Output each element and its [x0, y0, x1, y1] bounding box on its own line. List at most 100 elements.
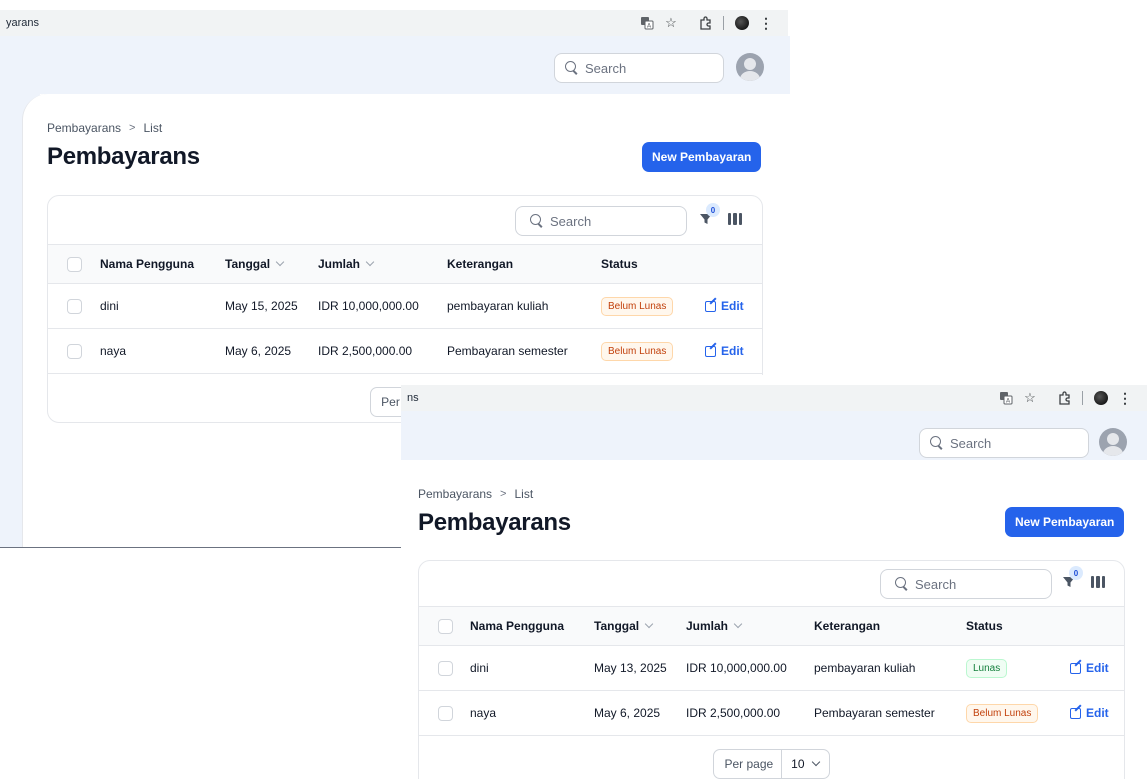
breadcrumb-list: List [514, 487, 534, 501]
cell-jumlah: IDR 2,500,000.00 [686, 706, 781, 720]
toolbar-divider [723, 16, 724, 30]
table-search-input[interactable]: Search [880, 569, 1052, 599]
per-page-value[interactable]: 10 [782, 757, 828, 771]
column-header-nama: Nama Pengguna [100, 257, 195, 271]
row-checkbox[interactable] [67, 298, 82, 314]
edit-icon [705, 345, 716, 357]
search-placeholder: Search [585, 60, 627, 76]
cell-tanggal: May 6, 2025 [594, 706, 661, 720]
table-header-row: Nama Pengguna Tanggal Jumlah Keterangan … [419, 607, 1124, 646]
breadcrumb-separator-icon: > [129, 122, 136, 134]
select-all-checkbox[interactable] [67, 256, 82, 272]
chevron-down-icon [733, 619, 743, 629]
edit-label: Edit [1086, 706, 1109, 720]
per-page-number: 10 [791, 757, 805, 771]
row-checkbox[interactable] [438, 705, 453, 721]
translate-icon[interactable]: A [994, 388, 1018, 408]
filter-icon[interactable]: 0 [699, 203, 720, 226]
column-header-keterangan: Keterangan [814, 619, 881, 633]
per-page-label: Per page [714, 750, 783, 778]
edit-icon [1070, 662, 1081, 674]
row-checkbox[interactable] [438, 660, 453, 676]
column-header-tanggal-label: Tanggal [225, 257, 271, 271]
status-badge: Belum Lunas [966, 703, 1039, 723]
filter-count-badge: 0 [1069, 566, 1083, 580]
new-pembayaran-button[interactable]: New Pembayaran [1005, 507, 1125, 537]
star-icon[interactable]: ☆ [1018, 388, 1042, 408]
tab-title[interactable]: ns [401, 392, 994, 404]
browser-toolbar: yarans A ☆ ⋮ [0, 10, 788, 36]
cell-nama: dini [100, 299, 119, 313]
page-title: Pembayarans [418, 509, 571, 536]
column-header-status: Status [601, 257, 638, 271]
more-icon[interactable]: ⋮ [754, 13, 778, 33]
cell-tanggal: May 15, 2025 [225, 299, 298, 313]
chevron-down-icon [365, 257, 375, 267]
edit-icon [705, 300, 716, 312]
profile-icon[interactable] [730, 13, 754, 33]
tab-title[interactable]: yarans [0, 17, 635, 29]
table-row[interactable]: dini May 15, 2025 IDR 10,000,000.00 pemb… [48, 284, 762, 329]
table-row[interactable]: dini May 13, 2025 IDR 10,000,000.00 pemb… [419, 646, 1124, 691]
columns-icon[interactable] [728, 213, 742, 225]
column-header-keterangan: Keterangan [447, 257, 514, 271]
window-front: ns A ☆ ⋮ Search Pembayarans > List Pemba… [401, 375, 1147, 779]
search-icon [930, 436, 944, 450]
cell-tanggal: May 6, 2025 [225, 344, 292, 358]
breadcrumb: Pembayarans > List [418, 487, 533, 501]
cell-jumlah: IDR 10,000,000.00 [318, 299, 419, 313]
column-header-tanggal-label: Tanggal [594, 619, 640, 633]
filter-icon[interactable]: 0 [1062, 566, 1083, 589]
select-all-checkbox[interactable] [438, 618, 453, 634]
row-checkbox[interactable] [67, 343, 82, 359]
more-icon[interactable]: ⋮ [1113, 388, 1137, 408]
data-table: Nama Pengguna Tanggal Jumlah Keterangan … [419, 607, 1124, 736]
cell-keterangan: Pembayaran semester [447, 344, 568, 358]
column-header-tanggal[interactable]: Tanggal [594, 607, 654, 645]
breadcrumb-list: List [143, 121, 163, 135]
cell-tanggal: May 13, 2025 [594, 661, 667, 675]
table-search-input[interactable]: Search [515, 206, 687, 236]
cell-jumlah: IDR 10,000,000.00 [686, 661, 787, 675]
table-card: Search 0 Nama Pengguna Tanggal Jumlah Ke… [418, 560, 1125, 779]
global-search-input[interactable]: Search [554, 53, 724, 83]
page-title: Pembayarans [47, 143, 200, 170]
table-search-placeholder: Search [550, 213, 592, 229]
column-header-jumlah[interactable]: Jumlah [686, 607, 743, 645]
star-icon[interactable]: ☆ [659, 13, 683, 33]
column-header-jumlah[interactable]: Jumlah [318, 245, 375, 283]
edit-label: Edit [721, 344, 744, 358]
avatar[interactable] [736, 53, 764, 81]
edit-label: Edit [1086, 661, 1109, 675]
columns-icon[interactable] [1091, 576, 1105, 588]
toolbar-divider [1082, 391, 1083, 405]
avatar[interactable] [1099, 428, 1127, 456]
edit-button[interactable]: Edit [705, 344, 744, 358]
cell-keterangan: Pembayaran semester [814, 706, 935, 720]
breadcrumb-pembayarans[interactable]: Pembayarans [47, 121, 121, 135]
column-header-nama: Nama Pengguna [470, 619, 565, 633]
filter-count-badge: 0 [706, 203, 720, 217]
breadcrumb: Pembayarans > List [47, 121, 162, 135]
table-toolbar: Search 0 [419, 561, 1124, 607]
app-topbar: Search [0, 36, 790, 94]
column-header-tanggal[interactable]: Tanggal [225, 245, 285, 283]
table-search-placeholder: Search [915, 576, 957, 592]
browser-toolbar: ns A ☆ ⋮ [401, 385, 1147, 411]
translate-icon[interactable]: A [635, 13, 659, 33]
global-search-input[interactable]: Search [919, 428, 1089, 458]
column-header-jumlah-label: Jumlah [318, 257, 361, 271]
extensions-icon[interactable] [1052, 388, 1076, 408]
chevron-down-icon [644, 619, 654, 629]
new-pembayaran-button[interactable]: New Pembayaran [642, 142, 762, 172]
extensions-icon[interactable] [693, 13, 717, 33]
edit-button[interactable]: Edit [1070, 706, 1109, 720]
edit-button[interactable]: Edit [705, 299, 744, 313]
per-page-select[interactable]: Per page 10 [713, 749, 830, 779]
table-row[interactable]: naya May 6, 2025 IDR 2,500,000.00 Pembay… [419, 691, 1124, 736]
breadcrumb-pembayarans[interactable]: Pembayarans [418, 487, 492, 501]
profile-icon[interactable] [1089, 388, 1113, 408]
edit-button[interactable]: Edit [1070, 661, 1109, 675]
column-header-status: Status [966, 619, 1003, 633]
table-row[interactable]: naya May 6, 2025 IDR 2,500,000.00 Pembay… [48, 329, 762, 374]
